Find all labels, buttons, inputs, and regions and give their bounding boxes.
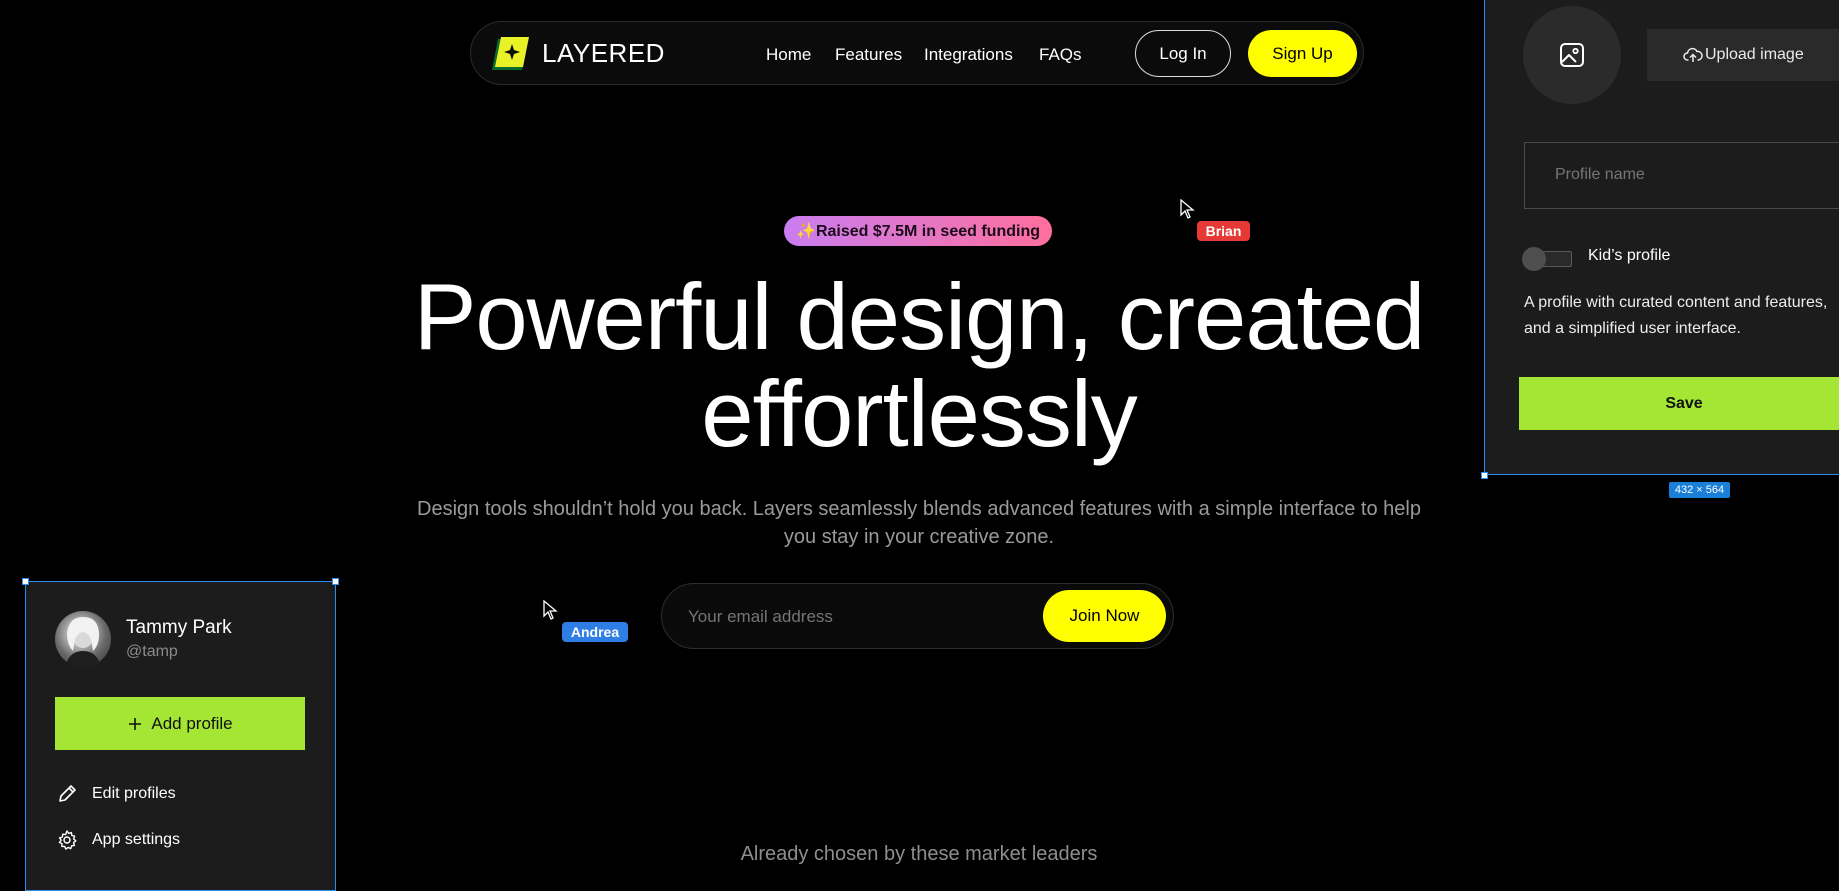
hero-title-line1: Powerful design, created (413, 264, 1426, 369)
gear-icon (58, 830, 77, 850)
join-now-button[interactable]: Join Now (1043, 590, 1166, 642)
kids-profile-label: Kid’s profile (1588, 247, 1671, 264)
nav-link-features[interactable]: Features (835, 45, 902, 65)
kids-profile-toggle[interactable] (1522, 247, 1574, 271)
resize-handle-top-right[interactable] (332, 578, 339, 585)
nav-link-home[interactable]: Home (766, 45, 811, 65)
save-button[interactable]: Save (1519, 377, 1839, 430)
avatar[interactable] (55, 611, 111, 667)
toggle-knob (1522, 247, 1546, 271)
menu-item-app-settings[interactable]: App settings (56, 829, 180, 851)
funding-badge: ✨Raised $7.5M in seed funding (784, 216, 1052, 246)
avatar-portrait-icon (65, 617, 101, 667)
menu-item-label: App settings (92, 831, 181, 848)
layered-logo-icon[interactable] (490, 35, 530, 72)
plus-icon (129, 717, 142, 730)
upload-image-button[interactable]: Upload image (1647, 29, 1839, 81)
hero-subtitle-line2: you stay in your creative zone. (783, 526, 1055, 548)
nav-link-faqs[interactable]: FAQs (1039, 45, 1082, 65)
profile-name-input[interactable] (1553, 165, 1837, 185)
menu-item-label: Edit profiles (92, 785, 176, 802)
user-handle: @tamp (126, 643, 178, 660)
resize-handle-top-left[interactable] (22, 578, 29, 585)
image-icon (1560, 43, 1584, 67)
login-button[interactable]: Log In (1135, 30, 1231, 77)
signup-button[interactable]: Sign Up (1248, 30, 1357, 77)
pencil-icon (59, 785, 76, 802)
cursor-arrow-icon (1180, 199, 1195, 219)
add-profile-button[interactable]: Add profile (55, 697, 305, 750)
market-leaders-heading: Already chosen by these market leaders (740, 843, 1098, 865)
cursor-label-andrea: Andrea (562, 622, 628, 642)
user-name: Tammy Park (126, 617, 232, 638)
profile-name-field (1524, 142, 1839, 209)
description-line1: A profile with curated content and featu… (1524, 294, 1828, 311)
hero-subtitle: Design tools shouldn’t hold you back. La… (390, 495, 1448, 551)
hero-title-line2: effortlessly (701, 361, 1138, 466)
cursor-arrow-icon (543, 600, 558, 620)
cloud-upload-icon (1683, 47, 1703, 62)
nav-link-integrations[interactable]: Integrations (924, 45, 1013, 65)
description-line2: and a simplified user interface. (1524, 320, 1741, 337)
kids-profile-description: A profile with curated content and featu… (1524, 290, 1839, 342)
upload-image-label: Upload image (1705, 46, 1804, 63)
resize-handle-bottom-left[interactable] (1481, 472, 1488, 479)
hero-subtitle-line1: Design tools shouldn’t hold you back. La… (417, 498, 1421, 520)
profile-image-placeholder[interactable] (1523, 6, 1621, 104)
hero-title: Powerful design, created effortlessly (340, 268, 1498, 462)
menu-item-edit-profiles[interactable]: Edit profiles (56, 783, 176, 805)
add-profile-label: Add profile (151, 713, 233, 733)
dimension-tag: 432 × 564 (1669, 482, 1730, 498)
email-input[interactable] (686, 606, 1020, 628)
cursor-label-brian: Brian (1197, 221, 1250, 241)
brand-name[interactable]: LAYERED (542, 38, 665, 69)
